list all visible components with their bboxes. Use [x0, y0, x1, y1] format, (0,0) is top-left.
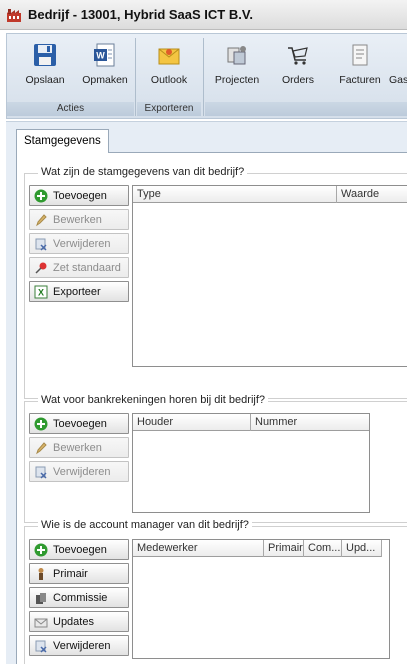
commission-button[interactable]: Commissie	[29, 587, 129, 608]
ribbon-separator	[135, 38, 136, 116]
delete-icon	[35, 640, 47, 653]
set-default-button[interactable]: Zet standaard	[29, 257, 129, 278]
svg-text:W: W	[96, 51, 105, 61]
edit-stamgegeven-button[interactable]: Bewerken	[29, 209, 129, 230]
delete-icon	[35, 238, 47, 251]
add-green-icon	[34, 417, 48, 430]
window-title: Bedrijf - 13001, Hybrid SaaS ICT B.V.	[28, 7, 253, 22]
ribbon-group-acties: Opslaan W Opmaken Acties	[7, 34, 134, 118]
stamgegevens-grid[interactable]: Type Waarde	[132, 185, 407, 367]
pin-icon	[35, 262, 47, 274]
accountmanager-grid[interactable]: Medewerker Primair Com... Upd...	[132, 539, 390, 659]
pencil-icon	[36, 213, 47, 226]
add-bankrekening-button[interactable]: Toevoegen	[29, 413, 129, 434]
ribbon-separator	[203, 38, 204, 116]
projects-icon	[227, 46, 246, 65]
save-button[interactable]: Opslaan	[19, 42, 71, 86]
updates-button[interactable]: Updates	[29, 611, 129, 632]
edit-bankrekening-button[interactable]: Bewerken	[29, 437, 129, 458]
column-header-houder[interactable]: Houder	[133, 414, 251, 431]
column-header-commissie[interactable]: Com...	[304, 540, 342, 557]
invoice-icon	[352, 44, 368, 66]
bankrekeningen-grid[interactable]: Houder Nummer	[132, 413, 370, 513]
ribbon-group-label-exporteren: Exporteren	[137, 102, 201, 116]
column-header-primair[interactable]: Primair	[264, 540, 304, 557]
grid-header: Medewerker Primair Com... Upd...	[133, 540, 382, 557]
pencil-icon	[36, 441, 47, 454]
outlook-envelope-icon	[158, 48, 180, 65]
ribbon-group-label-acties: Acties	[7, 102, 134, 116]
ribbon-group-exporteren: Outlook Exporteren	[137, 34, 201, 118]
gas-button[interactable]: Gas	[389, 42, 407, 86]
grid-header: Houder Nummer	[133, 414, 369, 431]
tab-stamgegevens[interactable]: Stamgegevens	[16, 129, 109, 153]
person-icon	[38, 567, 44, 580]
ribbon: Opslaan W Opmaken Acties Outlook Exporte…	[6, 33, 407, 119]
tab-panel-stamgegevens: Wat zijn de stamgegevens van dit bedrijf…	[16, 152, 407, 664]
add-green-icon	[34, 189, 48, 202]
outlook-button[interactable]: Outlook	[141, 42, 197, 86]
delete-bankrekening-button[interactable]: Verwijderen	[29, 461, 129, 482]
word-document-icon: W	[94, 43, 115, 67]
column-header-nummer[interactable]: Nummer	[251, 414, 369, 431]
column-header-updates[interactable]: Upd...	[342, 540, 382, 557]
delete-stamgegeven-button[interactable]: Verwijderen	[29, 233, 129, 254]
title-bar: Bedrijf - 13001, Hybrid SaaS ICT B.V.	[0, 0, 407, 30]
content-area: Stamgegevens Wat zijn de stamgegevens va…	[6, 121, 407, 664]
add-green-icon	[34, 543, 48, 556]
column-header-type[interactable]: Type	[133, 186, 337, 203]
factory-icon	[7, 8, 21, 22]
grid-header: Type Waarde	[133, 186, 407, 203]
svg-text:X: X	[38, 287, 44, 297]
save-icon	[34, 44, 56, 66]
column-header-medewerker[interactable]: Medewerker	[133, 540, 264, 557]
orders-button[interactable]: Orders	[275, 42, 321, 86]
projects-button[interactable]: Projecten	[209, 42, 265, 86]
add-accountmanager-button[interactable]: Toevoegen	[29, 539, 129, 560]
delete-icon	[35, 466, 47, 479]
format-button[interactable]: W Opmaken	[77, 42, 133, 86]
primary-button[interactable]: Primair	[29, 563, 129, 584]
delete-accountmanager-button[interactable]: Verwijderen	[29, 635, 129, 656]
excel-icon: X	[34, 285, 48, 298]
column-header-waarde[interactable]: Waarde	[337, 186, 407, 203]
ribbon-group-navigate: Projecten Orders Facturen Gas	[205, 34, 407, 118]
money-icon	[36, 592, 46, 604]
add-stamgegeven-button[interactable]: Toevoegen	[29, 185, 129, 206]
orders-cart-icon	[288, 47, 308, 65]
export-button[interactable]: X Exporteer	[29, 281, 129, 302]
ribbon-group-label-navigate	[205, 102, 407, 116]
gas-icon	[392, 42, 406, 68]
invoices-button[interactable]: Facturen	[337, 42, 383, 86]
updates-envelope-icon	[34, 618, 48, 627]
